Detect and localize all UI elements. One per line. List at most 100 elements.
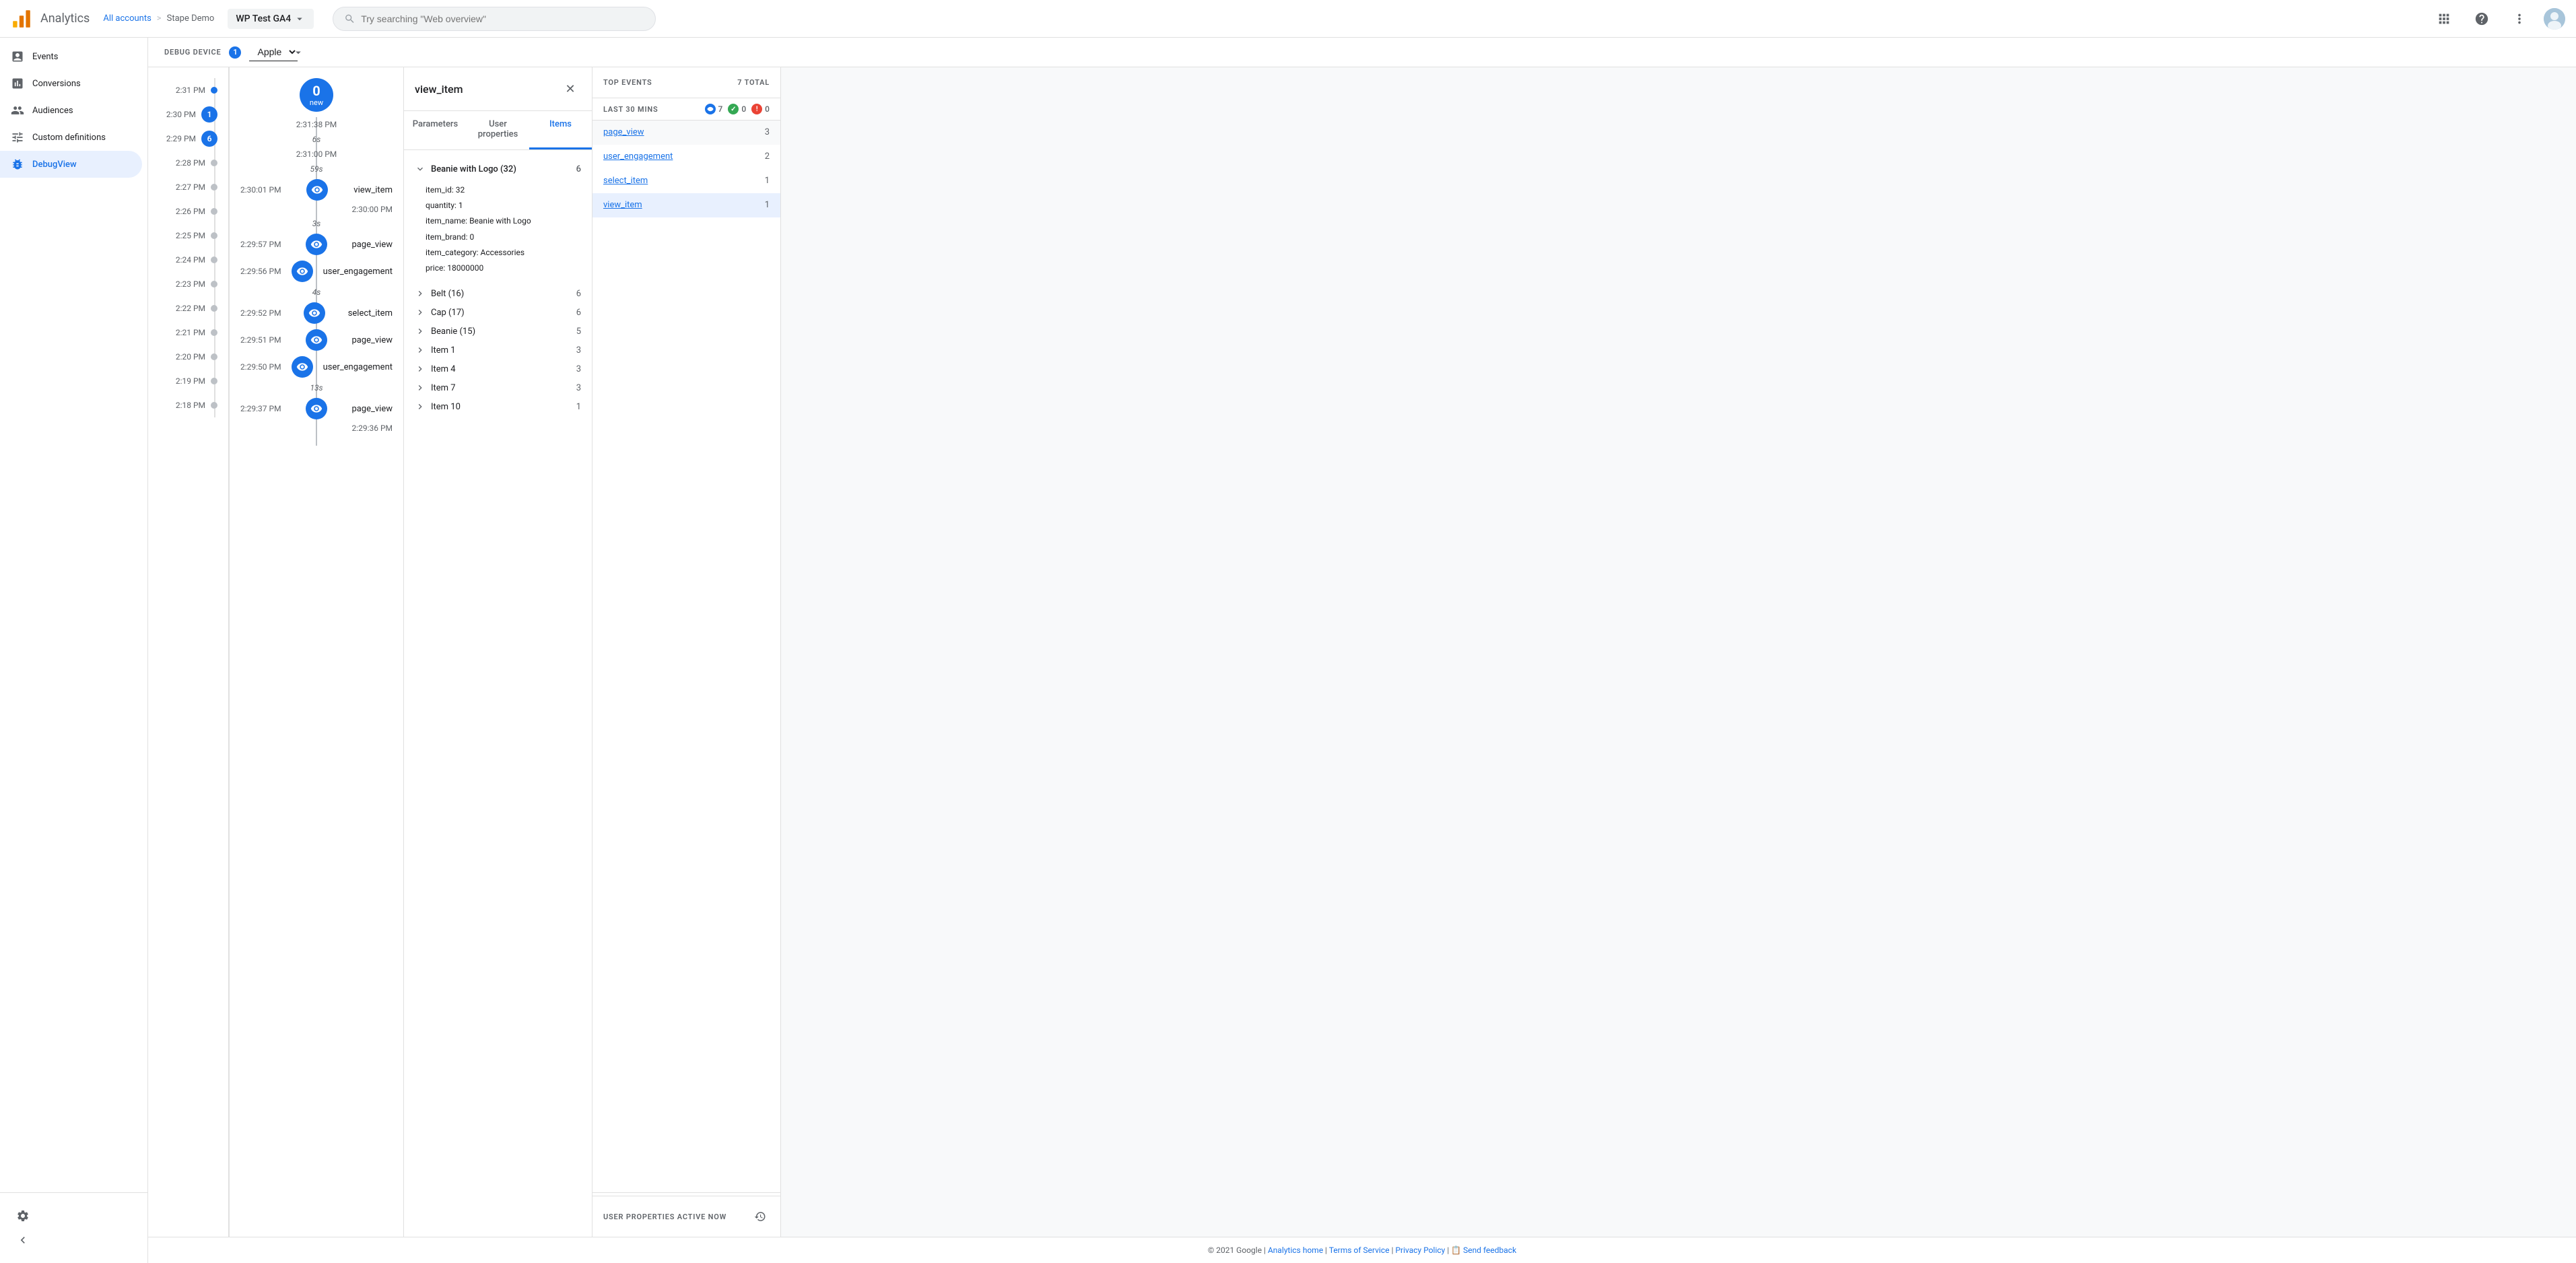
close-panel-btn[interactable]: ✕ [560,78,581,100]
feedback-link[interactable]: Send feedback [1463,1245,1516,1255]
device-selector[interactable]: Apple [249,43,298,61]
analytics-home-link[interactable]: Analytics home [1268,1245,1323,1255]
chevron-right-icon [415,364,426,374]
event-row-ue-2[interactable]: 2:29:50 PM user_engagement [230,353,403,380]
event-row-select-item[interactable]: 2:29:52 PM select_item [230,300,403,327]
apps-icon[interactable] [2431,5,2458,32]
event-list-name-ue[interactable]: user_engagement [603,151,673,162]
more-vert-icon[interactable] [2506,5,2533,32]
user-props-header: USER PROPERTIES ACTIVE NOW [603,1207,770,1226]
sidebar-item-audiences[interactable]: Audiences [0,97,142,124]
timeline-item-10[interactable]: 2:21 PM [148,320,228,345]
privacy-link[interactable]: Privacy Policy [1395,1245,1445,1255]
account-nav: All accounts > Stape Demo [103,13,214,24]
sidebar-footer [0,1192,147,1263]
timeline-item-9[interactable]: 2:22 PM [148,296,228,320]
chevron-down-icon [294,13,306,25]
timeline-dot-9 [211,305,217,312]
chevron-right-icon [415,401,426,412]
event-list-item-page-view[interactable]: page_view 3 [592,121,780,145]
event-row-page-view-2[interactable]: 2:29:51 PM page_view [230,327,403,353]
property-selector[interactable]: WP Test GA4 [228,9,314,29]
timeline-item-2[interactable]: 2:29 PM 6 [148,127,228,151]
event-list-item-select-item[interactable]: select_item 1 [592,169,780,193]
timeline-time-10: 2:21 PM [176,328,205,337]
event-row-view-item[interactable]: 2:30:01 PM view_item [230,176,403,203]
item-subgroup-item4[interactable]: Item 4 3 [404,360,592,378]
event-icon-ue-1 [292,261,313,282]
timeline-item-3[interactable]: 2:28 PM [148,151,228,175]
search-input[interactable] [361,13,644,24]
top-events-header: TOP EVENTS 7 TOTAL [592,67,780,98]
debug-device-label: DEBUG DEVICE [164,48,221,57]
timeline-item-13[interactable]: 2:18 PM [148,393,228,417]
terms-link[interactable]: Terms of Service [1329,1245,1390,1255]
history-icon[interactable] [751,1207,770,1226]
timeline-dot-7 [211,257,217,263]
timeline-item-6[interactable]: 2:25 PM [148,224,228,248]
sidebar-item-debugview[interactable]: DebugView [0,151,142,178]
timeline-time-11: 2:20 PM [176,352,205,362]
event-name-ue-1: user_engagement [323,267,393,277]
footer-copyright: © 2021 Google [1208,1245,1262,1255]
event-list-item-view-item[interactable]: view_item 1 [592,193,780,217]
breadcrumb-separator: > [157,13,162,24]
event-time-pv-3: 2:29:37 PM [240,404,281,413]
event-time-pv-2: 2:29:51 PM [240,335,281,345]
timeline-item-11[interactable]: 2:20 PM [148,345,228,369]
item-group-count: 6 [576,164,581,174]
event-row-page-view-1[interactable]: 2:29:57 PM page_view [230,231,403,258]
all-accounts-link[interactable]: All accounts [103,13,151,24]
timeline-item-0[interactable]: 2:31 PM [148,78,228,102]
event-time-ue-1: 2:29:56 PM [240,267,281,276]
sidebar-item-conversions[interactable]: Conversions [0,70,142,97]
tab-user-properties[interactable]: User properties [467,111,529,149]
sidebar-label-audiences: Audiences [32,106,73,116]
tab-parameters[interactable]: Parameters [404,111,467,149]
event-list-name-vi[interactable]: view_item [603,200,642,210]
event-timestamp-1: 2:31:38 PM [230,117,403,132]
timeline-item-7[interactable]: 2:24 PM [148,248,228,272]
event-list-item-user-engagement[interactable]: user_engagement 2 [592,145,780,169]
item-subgroup-item1[interactable]: Item 1 3 [404,341,592,360]
event-row-pv-3[interactable]: 2:29:37 PM page_view [230,395,403,422]
item-subgroup-item7[interactable]: Item 7 3 [404,378,592,397]
item-subgroup-beanie[interactable]: Beanie (15) 5 [404,322,592,341]
event-row-user-engagement-1[interactable]: 2:29:56 PM user_engagement [230,258,403,285]
sidebar-item-custom-definitions[interactable]: Custom definitions [0,124,142,151]
tab-items[interactable]: Items [529,111,592,149]
timeline-item-4[interactable]: 2:27 PM [148,175,228,199]
chevron-right-icon [415,382,426,393]
item-subgroup-item10[interactable]: Item 10 1 [404,397,592,416]
event-icon-select-item [304,302,325,324]
conversions-icon [11,77,24,90]
subgroup-name-cap: Cap (17) [415,307,465,318]
timeline-item-12[interactable]: 2:19 PM [148,369,228,393]
item-group-header-beanie-logo[interactable]: Beanie with Logo (32) 6 [404,158,592,180]
count-green: ✓ 0 [728,104,746,114]
event-timestamp-last: 2:29:36 PM [230,422,403,435]
panel-tabs: Parameters User properties Items [404,111,592,150]
new-events-header: 0 new [230,67,403,117]
subgroup-name-item1: Item 1 [415,345,456,355]
timeline-item-1[interactable]: 2:30 PM 1 [148,102,228,127]
item-subgroup-cap[interactable]: Cap (17) 6 [404,303,592,322]
last-30-label: LAST 30 MINS [603,105,658,114]
timeline-item-8[interactable]: 2:23 PM [148,272,228,296]
help-icon[interactable] [2468,5,2495,32]
new-count: 0 [312,83,320,98]
top-header: Analytics All accounts > Stape Demo WP T… [0,0,2576,38]
top-events-total: 7 TOTAL [737,78,770,87]
event-list-name-si[interactable]: select_item [603,176,648,186]
sidebar-item-events[interactable]: Events [0,43,142,70]
settings-icon[interactable] [11,1204,35,1228]
collapse-sidebar-btn[interactable] [11,1228,35,1252]
timeline-item-5[interactable]: 2:26 PM [148,199,228,224]
avatar[interactable] [2544,8,2565,30]
search-bar[interactable] [333,7,656,31]
sidebar-label-conversions: Conversions [32,79,81,89]
item-subgroup-belt[interactable]: Belt (16) 6 [404,284,592,303]
event-list-name-pv[interactable]: page_view [603,127,644,137]
timeline-count-1: 1 [201,106,217,123]
event-time-select-item: 2:29:52 PM [240,308,281,318]
